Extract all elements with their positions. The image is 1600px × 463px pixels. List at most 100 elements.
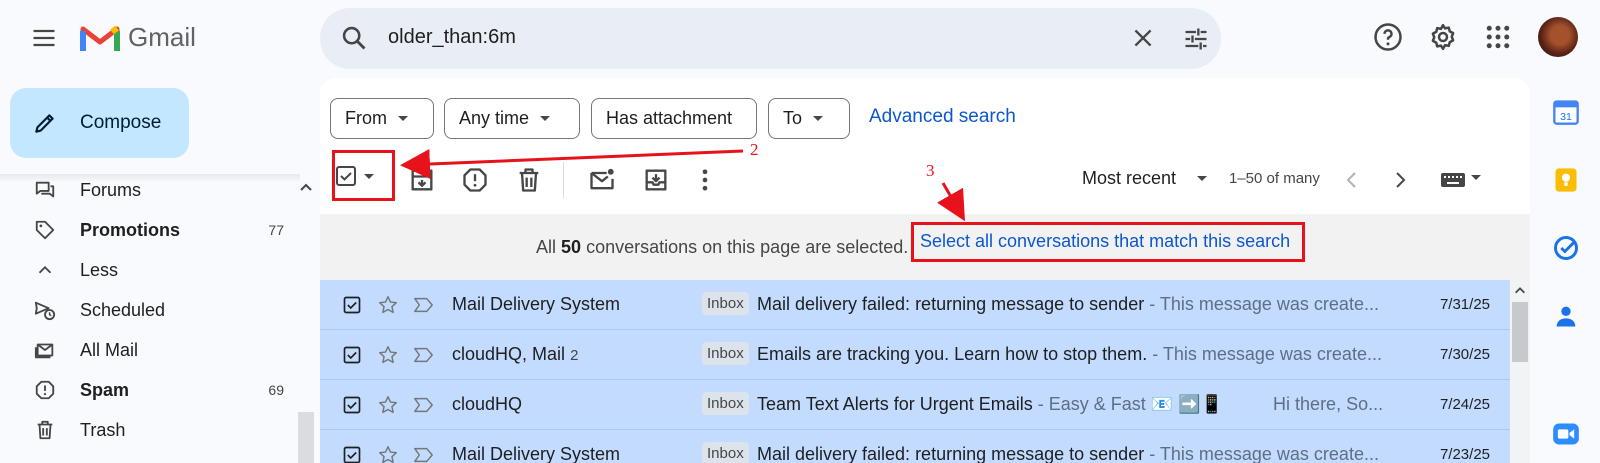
forum-icon <box>35 181 55 198</box>
tasks-icon[interactable] <box>1552 234 1580 262</box>
trash-icon <box>37 420 53 440</box>
report-spam-icon[interactable] <box>461 166 489 194</box>
advanced-search-link[interactable]: Advanced search <box>869 106 1016 128</box>
inbox-label-badge[interactable]: Inbox <box>702 442 749 463</box>
row-checkbox-icon[interactable] <box>342 445 362 463</box>
svg-text:31: 31 <box>1560 111 1572 123</box>
email-subject: Mail delivery failed: returning message … <box>757 444 1379 463</box>
table-row[interactable]: Mail Delivery System Inbox Mail delivery… <box>320 430 1510 463</box>
more-options-icon[interactable] <box>691 166 719 194</box>
sidebar-item-scheduled[interactable]: Scheduled <box>0 290 300 330</box>
star-icon[interactable] <box>377 444 399 463</box>
inbox-label-badge[interactable]: Inbox <box>702 292 749 315</box>
next-page-icon[interactable] <box>1388 168 1412 192</box>
star-icon[interactable] <box>377 294 399 316</box>
mark-as-unread-icon[interactable] <box>588 166 616 194</box>
app-name: Gmail <box>128 22 196 52</box>
previous-page-icon[interactable] <box>1340 168 1364 192</box>
table-row[interactable]: cloudHQ Inbox Team Text Alerts for Urgen… <box>320 380 1510 430</box>
main-menu-button[interactable] <box>30 24 58 52</box>
email-list-scrollbar[interactable] <box>1510 280 1530 463</box>
important-marker-icon[interactable] <box>412 296 434 314</box>
apps-grid-icon[interactable] <box>1483 22 1513 52</box>
sidebar-item-promotions[interactable]: Promotions 77 <box>0 210 300 250</box>
sidebar-item-label: Scheduled <box>80 299 166 320</box>
row-checkbox-icon[interactable] <box>342 345 362 365</box>
filter-has-attachment[interactable]: Has attachment <box>591 98 757 139</box>
delete-icon[interactable] <box>515 166 543 194</box>
calendar-icon[interactable]: 31 <box>1552 98 1580 126</box>
inbox-label-badge[interactable]: Inbox <box>702 392 749 415</box>
sidebar-item-label: Trash <box>80 419 126 440</box>
inbox-label-badge[interactable]: Inbox <box>702 342 749 365</box>
annotation-label-2: 2 <box>750 140 759 159</box>
search-bar[interactable]: older_than:6m <box>320 8 1221 69</box>
scroll-up-icon[interactable] <box>298 180 314 196</box>
filter-label: From <box>345 108 387 128</box>
email-subject: Team Text Alerts for Urgent Emails - Eas… <box>757 394 1384 414</box>
email-subject: Emails are tracking you. Learn how to st… <box>757 344 1382 364</box>
clear-search-icon[interactable] <box>1130 25 1156 51</box>
sidebar-item-all-mail[interactable]: All Mail <box>0 330 300 370</box>
important-marker-icon[interactable] <box>412 446 434 463</box>
zoom-icon[interactable] <box>1552 420 1580 448</box>
keyboard-icon[interactable] <box>1440 170 1466 190</box>
search-options-icon[interactable] <box>1182 25 1210 53</box>
compose-button[interactable]: Compose <box>10 88 189 158</box>
scrollbar-thumb[interactable] <box>298 412 314 463</box>
all-mail-icon <box>34 343 54 359</box>
email-subject: Mail delivery failed: returning message … <box>757 294 1379 314</box>
move-to-inbox-icon[interactable] <box>642 166 670 194</box>
email-sender: cloudHQ, Mail 2 <box>452 344 579 364</box>
filter-to[interactable]: To <box>768 98 850 139</box>
table-row[interactable]: cloudHQ, Mail 2 Inbox Emails are trackin… <box>320 330 1510 380</box>
table-row[interactable]: Mail Delivery System Inbox Mail delivery… <box>320 280 1510 330</box>
important-marker-icon[interactable] <box>412 396 434 414</box>
sidebar-scrollbar[interactable] <box>298 176 314 463</box>
account-avatar[interactable] <box>1538 17 1578 57</box>
compose-label: Compose <box>80 112 162 133</box>
search-icon[interactable] <box>340 24 368 52</box>
email-sender: Mail Delivery System <box>452 294 621 314</box>
select-dropdown-icon[interactable] <box>363 172 375 182</box>
gmail-logo[interactable]: Gmail <box>80 22 196 53</box>
archive-icon[interactable] <box>408 166 436 194</box>
help-icon[interactable] <box>1373 22 1403 52</box>
spam-icon <box>35 380 55 400</box>
dropdown-arrow-icon <box>813 115 824 121</box>
tag-icon <box>35 220 55 240</box>
sort-dropdown[interactable]: Most recent <box>1082 168 1176 189</box>
sidebar-item-trash[interactable]: Trash <box>0 410 300 450</box>
row-checkbox-icon[interactable] <box>342 295 362 315</box>
important-marker-icon[interactable] <box>412 346 434 364</box>
input-tools-dropdown-icon[interactable] <box>1470 174 1482 182</box>
star-icon[interactable] <box>377 344 399 366</box>
select-all-checkbox-icon[interactable] <box>334 164 358 188</box>
sidebar-item-spam[interactable]: Spam 69 <box>0 370 300 410</box>
filter-label: Any time <box>459 108 530 128</box>
chevron-up-icon <box>38 265 52 274</box>
filter-label: Has attachment <box>606 108 733 128</box>
email-date: 7/30/25 <box>1439 346 1490 363</box>
scroll-up-icon[interactable] <box>1512 284 1528 298</box>
search-input[interactable]: older_than:6m <box>388 26 516 49</box>
sidebar-item-label: Less <box>80 259 119 280</box>
filter-any-time[interactable]: Any time <box>444 98 580 139</box>
sidebar-item-label: Promotions <box>80 219 181 240</box>
pencil-icon <box>35 114 54 133</box>
sidebar-item-label: Spam <box>80 379 130 400</box>
email-date: 7/23/25 <box>1439 446 1490 463</box>
unread-count: 77 <box>268 222 284 238</box>
contacts-icon[interactable] <box>1552 302 1580 330</box>
row-checkbox-icon[interactable] <box>342 395 362 415</box>
scrollbar-thumb[interactable] <box>1512 302 1528 362</box>
settings-gear-icon[interactable] <box>1428 22 1458 52</box>
sidebar-item-less[interactable]: Less <box>0 250 300 290</box>
filter-from[interactable]: From <box>330 98 434 139</box>
sidebar-item-forums[interactable]: Forums <box>0 170 300 210</box>
select-all-matching-link[interactable]: Select all conversations that match this… <box>920 231 1290 252</box>
keep-icon[interactable] <box>1552 166 1580 194</box>
email-sender: Mail Delivery System <box>452 444 621 463</box>
sort-dropdown-arrow-icon[interactable] <box>1196 175 1208 183</box>
star-icon[interactable] <box>377 394 399 416</box>
